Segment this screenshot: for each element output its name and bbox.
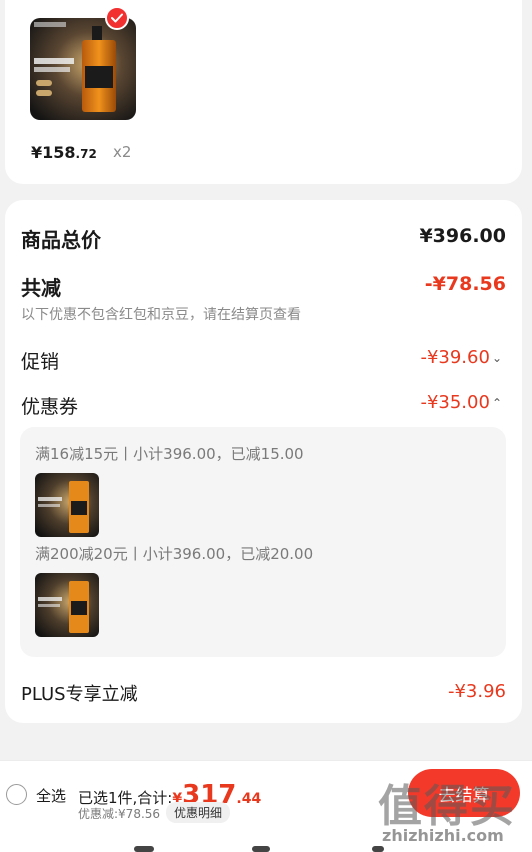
goods-total-value: ¥396.00 (419, 225, 506, 247)
nav-menu-icon[interactable] (134, 846, 154, 852)
plus-discount-label: PLUS专享立减 (21, 684, 138, 705)
item-selected-check-icon[interactable] (105, 6, 129, 30)
total-amount-dec: .44 (236, 791, 262, 807)
discount-detail-button[interactable]: 优惠明细 (166, 802, 231, 823)
plus-discount-value: -¥3.96 (447, 681, 506, 702)
coupon-title: 满16减15元丨小计396.00，已减15.00 (35, 445, 304, 463)
item-price-int: ¥158 (31, 143, 76, 162)
goods-total-label: 商品总价 (21, 228, 101, 252)
product-image[interactable] (30, 18, 136, 120)
nav-home-icon[interactable] (252, 846, 270, 852)
promo-value: -¥39.60 (420, 347, 490, 368)
coupon-label: 优惠券 (21, 396, 79, 418)
discount-amount: 优惠减:¥78.56 (78, 807, 161, 821)
coupon-product-image (35, 473, 99, 537)
price-summary-card: 商品总价 ¥396.00 共减 -¥78.56 以下优惠不包含红包和京豆，请在结… (5, 200, 522, 723)
chevron-up-icon: ⌃ (491, 396, 502, 410)
total-reduce-label: 共减 (21, 276, 61, 300)
discount-note: 以下优惠不包含红包和京豆，请在结算页查看 (21, 307, 301, 323)
coupon-value: -¥35.00 (420, 392, 490, 413)
promo-label: 促销 (21, 351, 60, 373)
total-reduce-value: -¥78.56 (424, 273, 506, 295)
select-all-label[interactable]: 全选 (36, 785, 66, 806)
item-quantity: x2 (113, 143, 132, 161)
nav-back-icon[interactable] (372, 846, 384, 852)
coupon-row[interactable]: -¥35.00 ⌃ (420, 392, 502, 413)
watermark-logo: 值得买 (378, 781, 516, 832)
chevron-down-icon: ⌄ (491, 351, 502, 365)
coupon-detail-panel: 满16减15元丨小计396.00，已减15.00 满200减20元丨小计396.… (20, 427, 506, 657)
coupon-title: 满200减20元丨小计396.00，已减20.00 (35, 545, 314, 563)
item-price: ¥158.72 (31, 143, 97, 162)
item-price-dec: .72 (75, 147, 97, 161)
select-all-checkbox[interactable] (6, 784, 27, 805)
cart-item-card: ¥158.72 x2 (5, 0, 522, 184)
promo-row[interactable]: -¥39.60 ⌄ (420, 347, 502, 368)
coupon-product-image (35, 573, 99, 637)
watermark-url: zhizhizhi.com (382, 826, 504, 845)
